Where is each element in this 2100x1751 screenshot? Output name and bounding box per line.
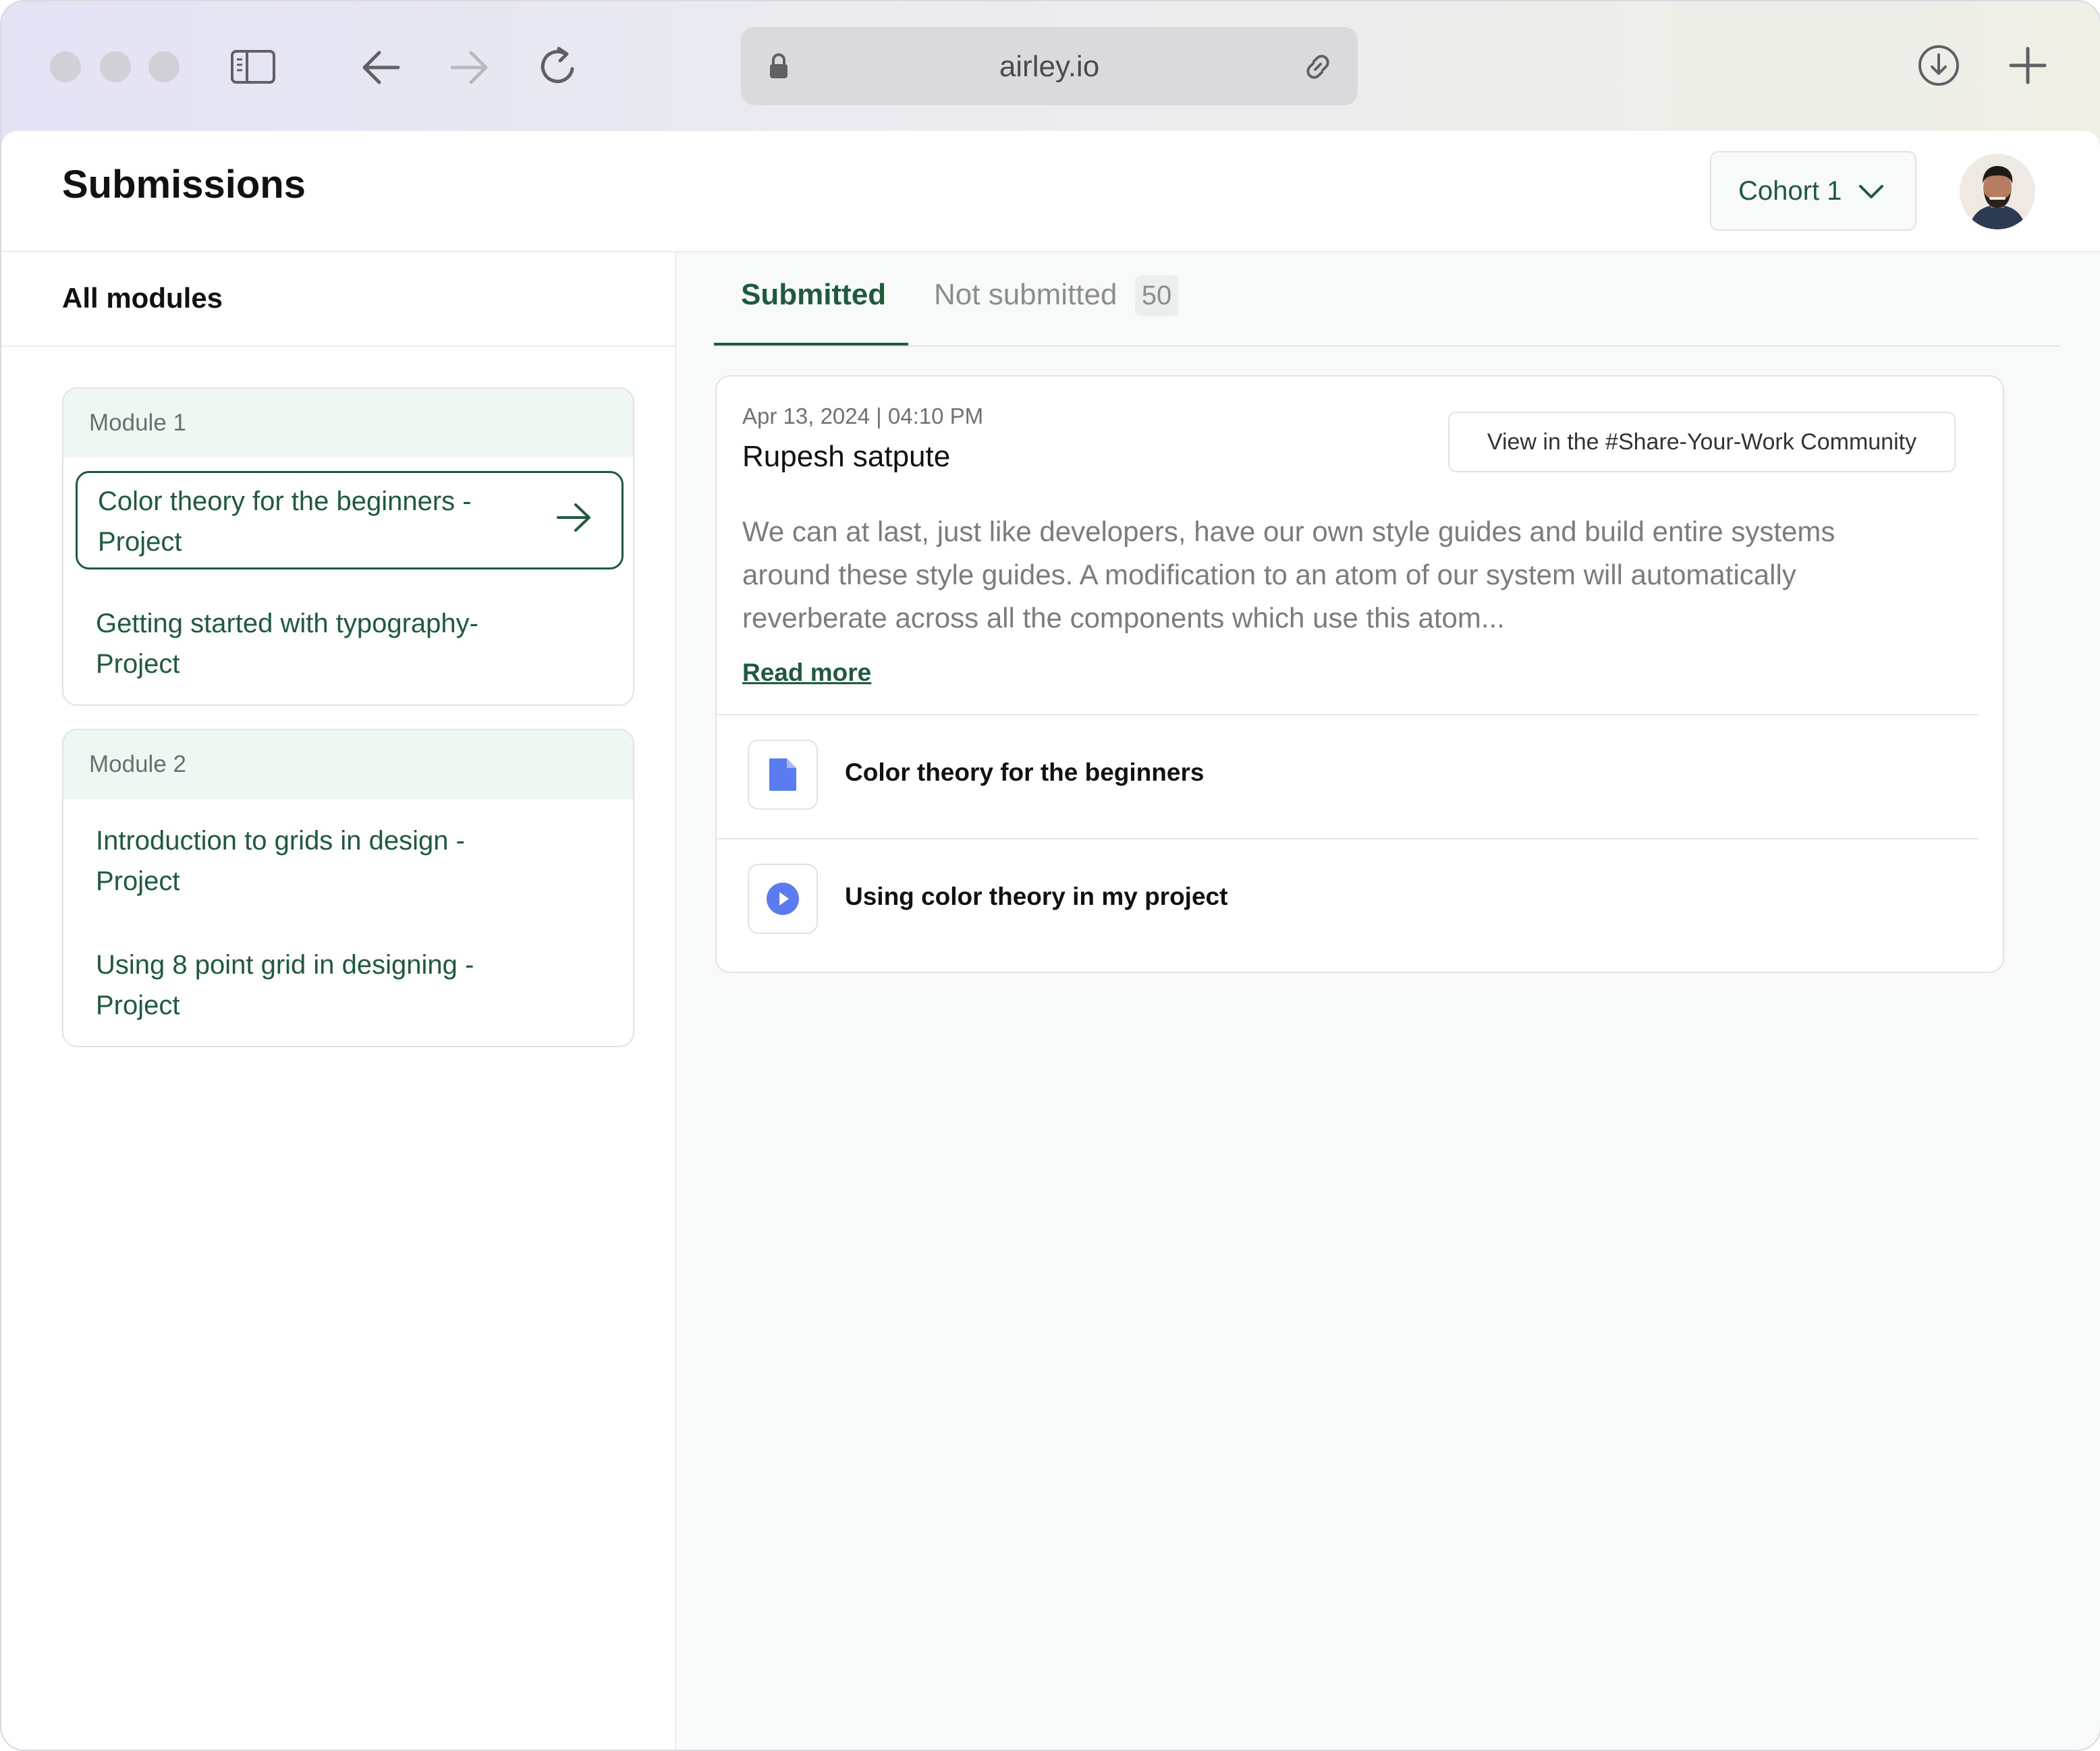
module-item-typography[interactable]: Getting started with typography- Project (76, 591, 624, 684)
module-item-label: Getting started with typography- Project (96, 609, 478, 679)
module-item-color-theory[interactable]: Color theory for the beginners - Project (76, 471, 624, 569)
zoom-window-button[interactable] (148, 51, 179, 82)
attachment-label: Color theory for the beginners (845, 758, 1205, 786)
active-tab-indicator (714, 343, 908, 345)
student-name: Rupesh satpute (742, 440, 951, 473)
module-item-grids[interactable]: Introduction to grids in design - Projec… (76, 808, 624, 901)
document-icon (748, 740, 818, 810)
module-card-1: Module 1 Color theory for the beginners … (62, 387, 634, 706)
link-icon[interactable] (1301, 50, 1335, 84)
download-icon[interactable] (1916, 43, 1961, 88)
plus-icon[interactable] (2007, 45, 2049, 86)
modules-title: All modules (62, 282, 223, 314)
modules-header: All modules (1, 252, 675, 347)
browser-toolbar: airley.io (1, 1, 2100, 131)
attachment-row[interactable]: Color theory for the beginners (717, 714, 1979, 838)
page-content: Submissions Cohort 1 All modules Module … (1, 131, 2100, 1750)
module-name: Module 2 (63, 730, 633, 799)
not-submitted-count-badge: 50 (1135, 275, 1178, 316)
modules-sidebar: All modules Module 1 Color theory for th… (1, 252, 676, 1750)
view-community-button[interactable]: View in the #Share-Your-Work Community (1448, 412, 1956, 472)
module-item-label: Color theory for the beginners - Project (98, 487, 472, 557)
address-bar[interactable]: airley.io (741, 27, 1358, 105)
attachment-label: Using color theory in my project (845, 883, 1228, 910)
module-name: Module 1 (63, 389, 633, 457)
page-header: Submissions Cohort 1 (1, 131, 2100, 252)
tab-submitted[interactable]: Submitted (741, 278, 886, 312)
back-arrow-icon[interactable] (359, 47, 402, 88)
forward-arrow-icon[interactable] (448, 47, 491, 88)
minimize-window-button[interactable] (100, 51, 131, 82)
submissions-panel: Submitted Not submitted 50 Apr 13, 2024 … (676, 252, 2100, 1750)
browser-window: airley.io Submissions Cohort 1 All modul… (0, 0, 2100, 1751)
tab-not-submitted[interactable]: Not submitted (934, 278, 1117, 312)
close-window-button[interactable] (50, 51, 81, 82)
arrow-right-icon (557, 503, 592, 544)
play-icon (748, 864, 818, 934)
reload-icon[interactable] (537, 43, 580, 89)
module-item-label: Introduction to grids in design - Projec… (96, 826, 465, 896)
submission-text: We can at last, just like developers, ha… (742, 516, 1835, 634)
avatar[interactable] (1960, 154, 2035, 229)
module-card-2: Module 2 Introduction to grids in design… (62, 729, 634, 1047)
attachment-row[interactable]: Using color theory in my project (717, 838, 1979, 974)
module-item-label: Using 8 point grid in designing - Projec… (96, 950, 474, 1020)
url-text: airley.io (999, 50, 1100, 83)
cohort-select[interactable]: Cohort 1 (1710, 151, 1916, 231)
module-item-8pt-grid[interactable]: Using 8 point grid in designing - Projec… (76, 933, 624, 1026)
chevron-down-icon (1858, 176, 1885, 206)
submission-card: Apr 13, 2024 | 04:10 PM Rupesh satpute V… (715, 375, 2004, 973)
read-more-link[interactable]: Read more (742, 659, 871, 687)
submission-date: Apr 13, 2024 | 04:10 PM (742, 404, 984, 428)
cohort-select-label: Cohort 1 (1738, 175, 1842, 206)
page-title: Submissions (62, 163, 306, 206)
submission-tabs: Submitted Not submitted 50 (714, 252, 2061, 347)
sidebar-toggle-icon[interactable] (229, 49, 277, 85)
